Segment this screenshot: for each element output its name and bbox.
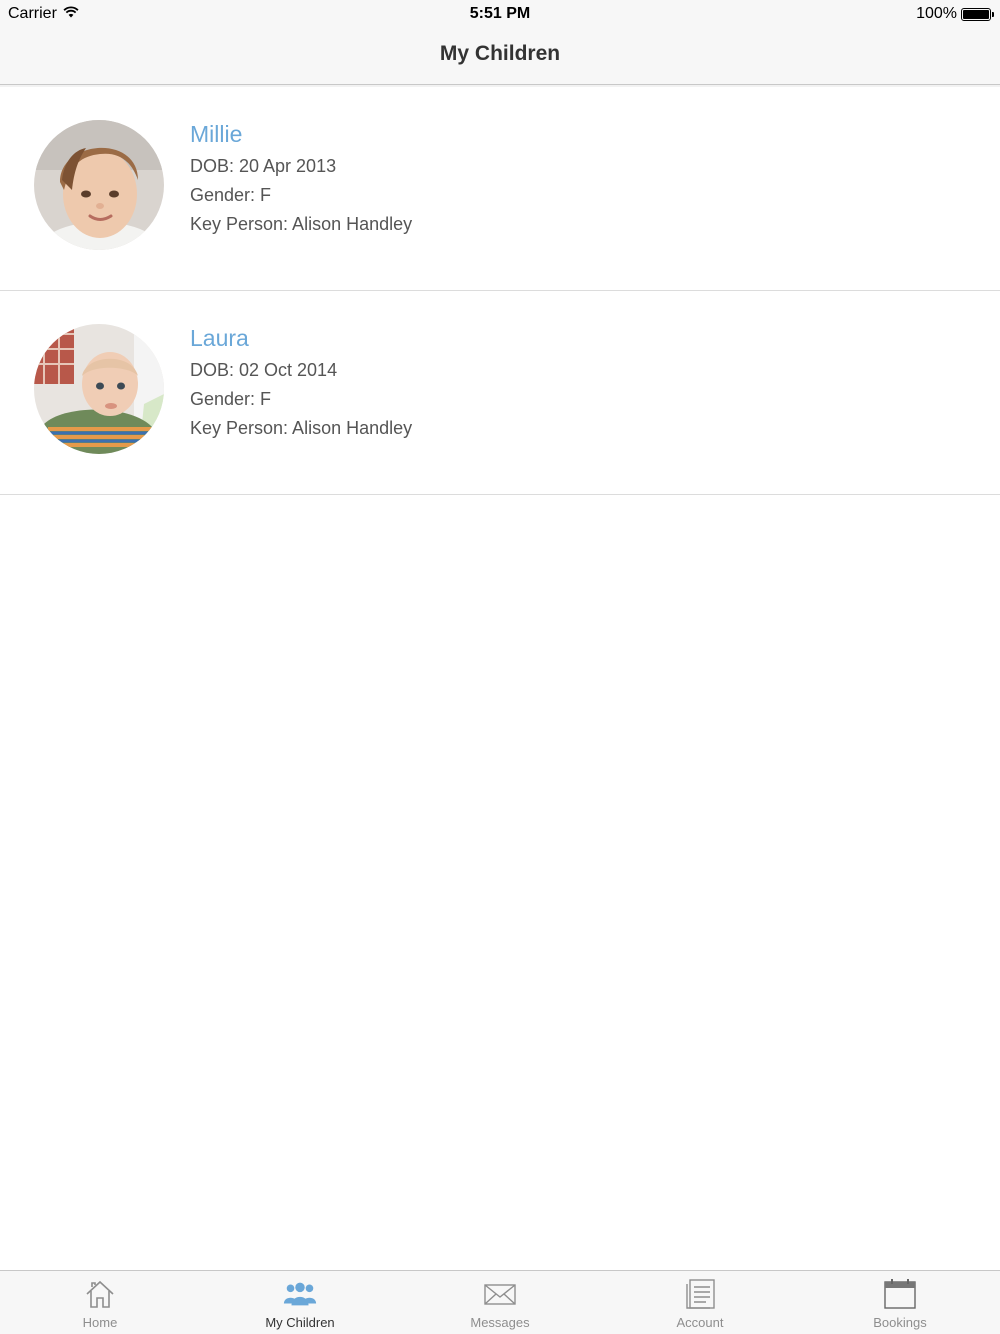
- child-photo: [34, 324, 164, 454]
- child-details: Millie DOB: 20 Apr 2013 Gender: F Key Pe…: [190, 120, 412, 239]
- my-children-screen: Carrier 5:51 PM 100% My Children Millie …: [0, 0, 1000, 1334]
- tab-my-children-label: My Children: [265, 1315, 335, 1330]
- child-dob: DOB: 02 Oct 2014: [190, 360, 338, 380]
- child-key-person: Key Person: Alison Handley: [190, 418, 413, 438]
- envelope-icon: [482, 1277, 518, 1311]
- child-gender: Gender: F: [190, 389, 272, 409]
- tab-bookings[interactable]: Bookings: [800, 1271, 1000, 1334]
- tab-bar: Home My Children Messages Account Bookin…: [0, 1270, 1000, 1334]
- status-bar: Carrier 5:51 PM 100%: [0, 0, 1000, 28]
- child-row-laura[interactable]: Laura DOB: 02 Oct 2014 Gender: F Key Per…: [0, 291, 1000, 495]
- document-icon: [682, 1277, 718, 1311]
- people-icon: [282, 1277, 318, 1311]
- tab-bookings-label: Bookings: [873, 1315, 927, 1330]
- navigation-header: Carrier 5:51 PM 100% My Children: [0, 0, 1000, 85]
- tab-home-label: Home: [82, 1315, 118, 1330]
- status-time: 5:51 PM: [469, 5, 531, 22]
- tab-account[interactable]: Account: [600, 1271, 800, 1334]
- home-icon: [82, 1277, 118, 1311]
- child-avatar: [34, 324, 164, 454]
- battery-indicator: 100%: [916, 5, 994, 23]
- tab-home[interactable]: Home: [0, 1271, 200, 1334]
- children-list: Millie DOB: 20 Apr 2013 Gender: F Key Pe…: [0, 87, 1000, 495]
- child-avatar: [34, 120, 164, 250]
- tab-account-label: Account: [676, 1315, 724, 1330]
- tab-messages[interactable]: Messages: [400, 1271, 600, 1334]
- child-photo: [34, 120, 164, 250]
- battery-tip: [992, 11, 994, 17]
- child-gender: Gender: F: [190, 185, 272, 205]
- child-details: Laura DOB: 02 Oct 2014 Gender: F Key Per…: [190, 324, 412, 443]
- tab-my-children[interactable]: My Children: [200, 1271, 400, 1334]
- child-dob: DOB: 20 Apr 2013: [190, 156, 337, 176]
- tab-messages-label: Messages: [470, 1315, 530, 1330]
- calendar-icon: [882, 1277, 918, 1311]
- child-name[interactable]: Millie: [190, 120, 412, 148]
- battery-icon: [961, 7, 991, 21]
- child-key-person: Key Person: Alison Handley: [190, 214, 413, 234]
- child-row-millie[interactable]: Millie DOB: 20 Apr 2013 Gender: F Key Pe…: [0, 87, 1000, 291]
- battery-level-fill: [963, 9, 989, 19]
- battery-percentage: 100%: [916, 5, 957, 22]
- page-title: My Children: [439, 42, 561, 65]
- child-name[interactable]: Laura: [190, 324, 412, 352]
